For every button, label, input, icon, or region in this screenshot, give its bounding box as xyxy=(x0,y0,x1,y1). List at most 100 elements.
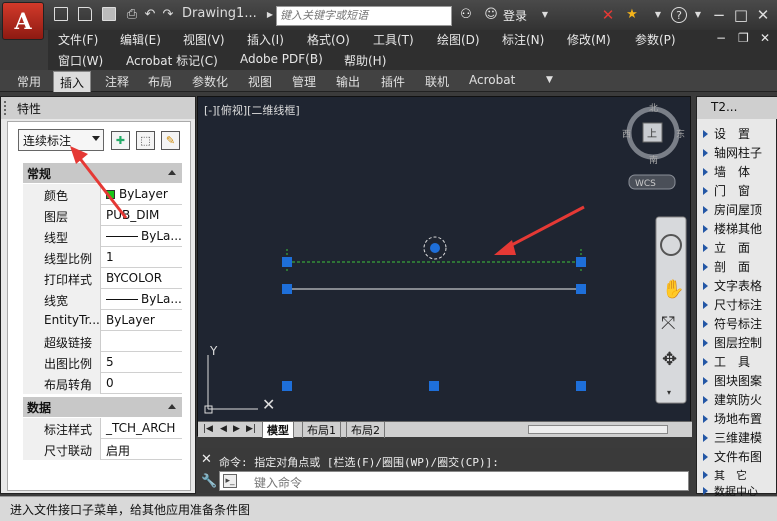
grip-point[interactable] xyxy=(282,381,292,391)
tab-insert[interactable]: 插入 xyxy=(53,71,92,92)
tool-item-stairs[interactable]: 楼梯其他 xyxy=(703,220,777,240)
tab-model[interactable]: 模型 xyxy=(262,422,294,438)
first-tab-icon[interactable]: |◀ xyxy=(203,424,213,434)
menu-view[interactable]: 视图(V) xyxy=(183,31,225,48)
menu-acrobat-markup[interactable]: Acrobat 标记(C) xyxy=(126,52,218,69)
prop-value[interactable]: ByLa... xyxy=(103,226,182,247)
search-input[interactable]: 键入关键字或短语 xyxy=(276,6,452,26)
menu-modify[interactable]: 修改(M) xyxy=(567,31,611,48)
prop-row-lineweight[interactable]: 线宽 ByLa... xyxy=(23,289,182,310)
palette-grip-icon[interactable] xyxy=(4,101,10,115)
viewcube[interactable]: 上 北 南 西 东 WCS xyxy=(622,103,685,190)
grip-point[interactable] xyxy=(576,284,586,294)
tab-output[interactable]: 输出 xyxy=(336,73,360,90)
tool-item-room-roof[interactable]: 房间屋顶 xyxy=(703,201,777,221)
menu-parametric[interactable]: 参数(P) xyxy=(635,31,676,48)
tool-item-settings[interactable]: 设 置 xyxy=(703,125,777,145)
prop-row-dim-style[interactable]: 标注样式 _TCH_ARCH xyxy=(23,418,182,439)
next-tab-icon[interactable]: ▶ xyxy=(233,424,240,434)
navbar-options-icon[interactable]: ▾ xyxy=(667,388,671,397)
prop-value[interactable]: 1 xyxy=(103,247,182,268)
redo-icon[interactable]: ↷ xyxy=(160,7,176,23)
last-tab-icon[interactable]: ▶| xyxy=(246,424,256,434)
prop-row-entity-transparency[interactable]: EntityTr... ByLayer xyxy=(23,310,182,331)
tool-item-axis-column[interactable]: 轴网柱子 xyxy=(703,144,777,164)
prop-value[interactable] xyxy=(103,331,182,352)
prop-value[interactable]: BYCOLOR xyxy=(103,268,182,289)
prop-row-dim-link[interactable]: 尺寸联动 启用 xyxy=(23,439,182,460)
menu-dimension[interactable]: 标注(N) xyxy=(502,31,544,48)
tools-dropdown-icon[interactable]: ▼ xyxy=(650,7,666,23)
autodesk-app-icon[interactable]: ★ xyxy=(624,7,640,23)
prop-value[interactable]: 0 xyxy=(103,373,182,394)
tool-item-wall[interactable]: 墙 体 xyxy=(703,163,777,183)
tab-plugins[interactable]: 插件 xyxy=(381,73,405,90)
save-icon[interactable] xyxy=(102,7,116,21)
tab-layout1[interactable]: 布局1 xyxy=(302,422,341,438)
menu-help[interactable]: 帮助(H) xyxy=(344,52,386,69)
undo-icon[interactable]: ↶ xyxy=(142,7,158,23)
exchange-icon[interactable]: ✕ xyxy=(600,7,616,23)
horizontal-scrollbar[interactable] xyxy=(528,425,668,434)
tab-parametric[interactable]: 参数化 xyxy=(192,73,228,90)
close-icon[interactable]: ✕ xyxy=(752,5,774,25)
tool-item-text-table[interactable]: 文字表格 xyxy=(703,277,777,297)
tool-item-tools[interactable]: 工 具 xyxy=(703,353,777,373)
tool-item-block-pattern[interactable]: 图块图案 xyxy=(703,372,777,392)
tab-manage[interactable]: 管理 xyxy=(292,73,316,90)
menu-tools[interactable]: 工具(T) xyxy=(373,31,414,48)
tool-item-dimension[interactable]: 尺寸标注 xyxy=(703,296,777,316)
tab-view[interactable]: 视图 xyxy=(248,73,272,90)
prev-tab-icon[interactable]: ◀ xyxy=(220,424,227,434)
grip-point-text[interactable] xyxy=(430,243,440,253)
pan-hand-icon[interactable]: ✋ xyxy=(662,278,684,300)
tab-annotate[interactable]: 注释 xyxy=(105,73,129,90)
doc-minimize-icon[interactable]: − xyxy=(716,31,726,45)
prop-value[interactable]: ByLayer xyxy=(103,310,182,331)
grip-point[interactable] xyxy=(282,284,292,294)
command-prompt-icon[interactable]: ▸_ xyxy=(223,474,237,488)
tab-layout[interactable]: 布局 xyxy=(148,73,172,90)
doc-restore-icon[interactable]: ❐ xyxy=(738,31,749,45)
tool-item-door-window[interactable]: 门 窗 xyxy=(703,182,777,202)
section-data[interactable]: 数据 xyxy=(23,397,182,417)
tool-item-layer-control[interactable]: 图层控制 xyxy=(703,334,777,354)
grip-point[interactable] xyxy=(576,257,586,267)
command-input[interactable]: 键入命令 xyxy=(219,471,689,491)
prop-value[interactable]: _TCH_ARCH xyxy=(103,418,182,439)
close-command-icon[interactable]: ✕ xyxy=(201,452,212,467)
ribbon-minimize-icon[interactable]: ▼ xyxy=(546,75,553,85)
zoom-extents-icon[interactable]: ⤧ xyxy=(661,313,675,334)
login-link[interactable]: 登录 xyxy=(503,7,527,24)
minimize-icon[interactable]: − xyxy=(708,5,730,25)
prop-row-plot-style[interactable]: 打印样式 BYCOLOR xyxy=(23,268,182,289)
grip-point[interactable] xyxy=(282,257,292,267)
tool-item-fire[interactable]: 建筑防火 xyxy=(703,391,777,411)
tool-item-elevation[interactable]: 立 面 xyxy=(703,239,777,259)
prop-row-linetype[interactable]: 线型 ByLa... xyxy=(23,226,182,247)
tool-item-section[interactable]: 剖 面 xyxy=(703,258,777,278)
maximize-icon[interactable]: □ xyxy=(730,5,752,25)
prop-value[interactable]: ByLa... xyxy=(103,289,182,310)
menu-adobe-pdf[interactable]: Adobe PDF(B) xyxy=(240,52,323,66)
application-menu-button[interactable]: A xyxy=(2,2,44,40)
login-dropdown-icon[interactable]: ▼ xyxy=(537,7,553,23)
help-icon[interactable]: ? xyxy=(671,7,687,23)
menu-insert[interactable]: 插入(I) xyxy=(247,31,284,48)
menu-draw[interactable]: 绘图(D) xyxy=(437,31,480,48)
tool-item-3d-model[interactable]: 三维建模 xyxy=(703,429,777,449)
grip-point[interactable] xyxy=(576,381,586,391)
prop-row-linetype-scale[interactable]: 线型比例 1 xyxy=(23,247,182,268)
menu-edit[interactable]: 编辑(E) xyxy=(120,31,161,48)
open-folder-icon[interactable] xyxy=(78,7,92,21)
drawing-viewport[interactable]: [-][俯视][二维线框] 上 北 南 西 东 WCS ✋ ⤧ ✥ ▾ Y ✕ … xyxy=(197,96,692,438)
prop-value[interactable]: 启用 xyxy=(103,439,182,460)
menu-file[interactable]: 文件(F) xyxy=(58,31,98,48)
help-dropdown-icon[interactable]: ▼ xyxy=(690,7,706,23)
prop-row-plot-scale[interactable]: 出图比例 5 xyxy=(23,352,182,373)
prop-value[interactable]: 5 xyxy=(103,352,182,373)
grip-point[interactable] xyxy=(429,381,439,391)
doc-close-icon[interactable]: ✕ xyxy=(760,31,770,45)
new-file-icon[interactable] xyxy=(54,7,68,21)
menu-format[interactable]: 格式(O) xyxy=(307,31,350,48)
